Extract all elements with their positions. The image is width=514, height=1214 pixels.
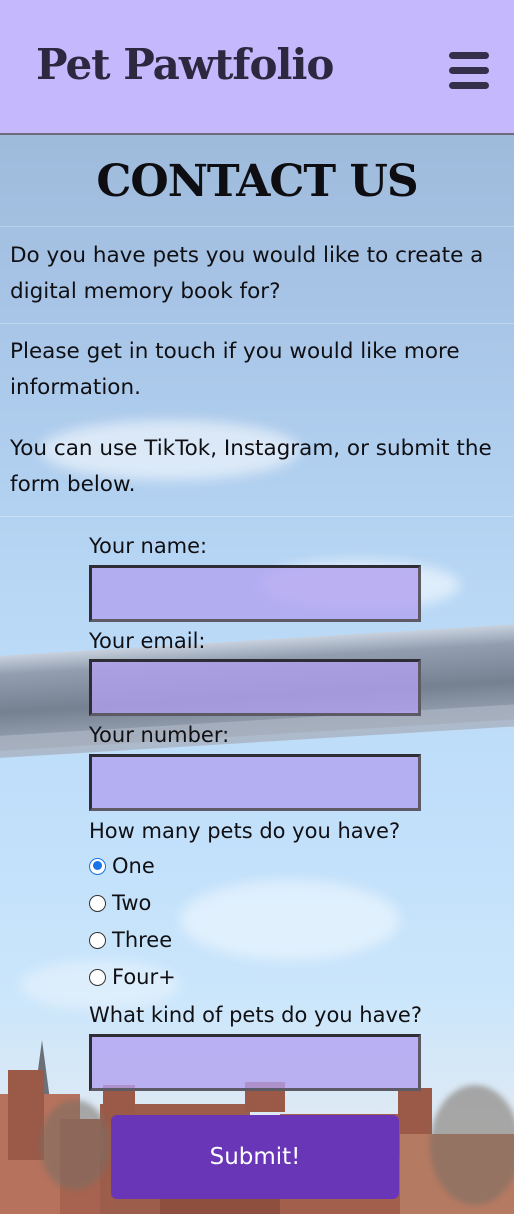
radio-label: Three: [112, 928, 173, 952]
pet-kind-label: What kind of pets do you have?: [89, 1003, 422, 1027]
name-input[interactable]: [89, 565, 421, 622]
hamburger-menu-icon[interactable]: [449, 52, 491, 90]
contact-options-paragraph: You can use TikTok, Instagram, or submit…: [10, 436, 492, 497]
radio-button[interactable]: [89, 931, 106, 949]
site-header: Pet Pawtfolio: [0, 0, 514, 135]
radio-button[interactable]: [89, 894, 106, 912]
site-logo[interactable]: Pet Pawtfolio: [36, 40, 334, 90]
number-input[interactable]: [89, 754, 421, 811]
pet-kind-input[interactable]: [89, 1034, 421, 1091]
radio-button-checked[interactable]: [89, 857, 106, 875]
pets-count-option-three[interactable]: Three: [89, 928, 172, 952]
pets-count-label: How many pets do you have?: [89, 819, 401, 843]
page-title: CONTACT US: [96, 156, 418, 207]
divider: [0, 323, 514, 324]
email-input[interactable]: [89, 659, 421, 716]
divider: [0, 516, 514, 517]
pets-count-option-four-plus[interactable]: Four+: [89, 965, 176, 989]
radio-button[interactable]: [89, 968, 106, 986]
divider: [0, 226, 514, 227]
info-paragraph: Please get in touch if you would like mo…: [10, 339, 460, 400]
submit-button[interactable]: Submit!: [111, 1115, 399, 1199]
name-label: Your name:: [89, 534, 208, 558]
number-label: Your number:: [89, 723, 230, 747]
radio-label: Four+: [112, 965, 176, 989]
pets-count-option-one[interactable]: One: [89, 854, 155, 878]
radio-label: One: [112, 854, 155, 878]
pets-count-option-two[interactable]: Two: [89, 891, 151, 915]
radio-label: Two: [112, 891, 152, 915]
intro-paragraph: Do you have pets you would like to creat…: [10, 243, 484, 304]
email-label: Your email:: [89, 629, 206, 653]
